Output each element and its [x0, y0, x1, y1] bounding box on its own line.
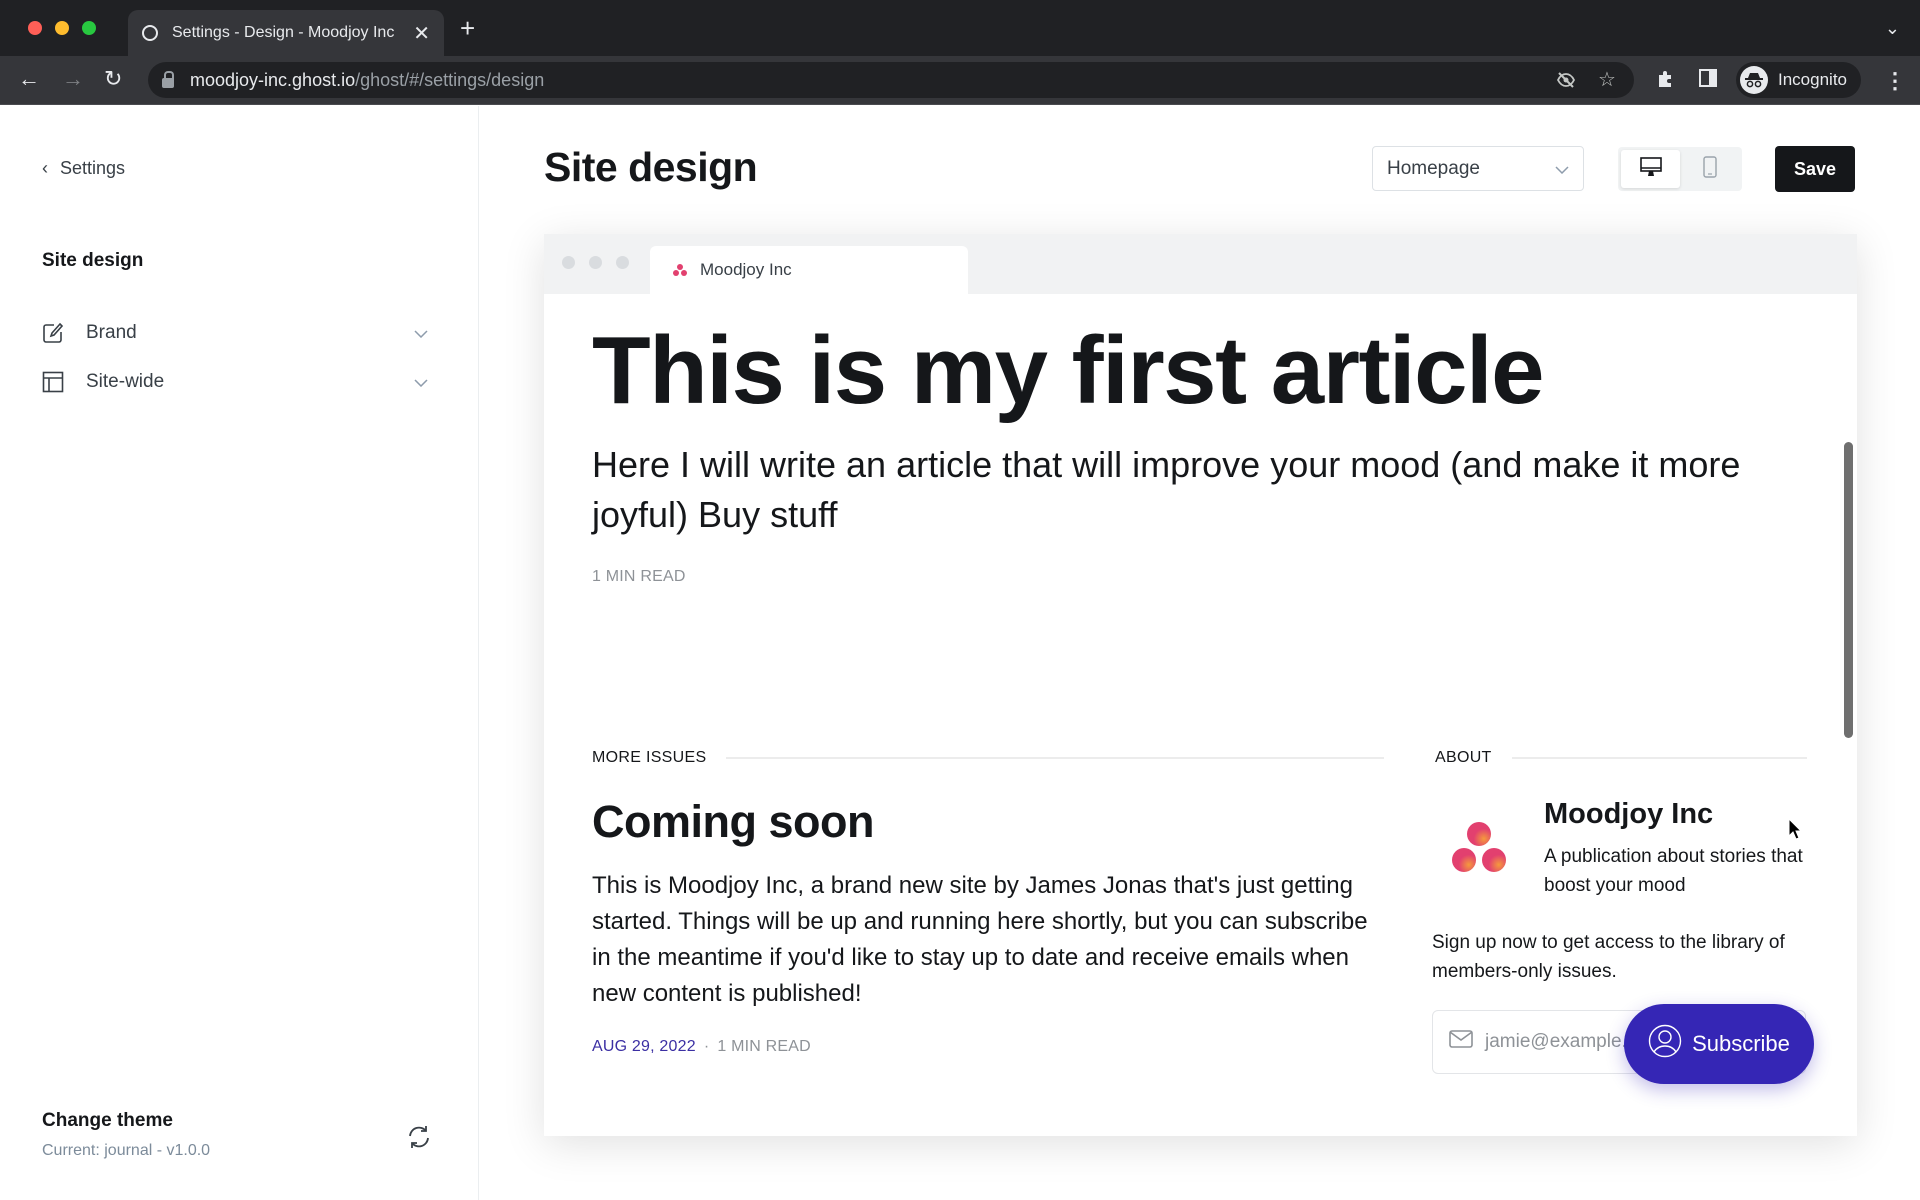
- select-value: Homepage: [1387, 157, 1480, 179]
- user-circle-icon: [1648, 1024, 1682, 1064]
- chevron-down-icon: [414, 374, 428, 390]
- tab-title: Settings - Design - Moodjoy Inc: [172, 24, 395, 41]
- preview-dot: [562, 256, 575, 269]
- sidepanel-icon[interactable]: [1699, 69, 1717, 93]
- subscribe-button[interactable]: Subscribe: [1624, 1004, 1814, 1084]
- sidebar-item-label: Brand: [86, 322, 137, 343]
- url-path: /ghost/#/settings/design: [355, 69, 545, 90]
- url-host: moodjoy-inc.ghost.io: [190, 69, 356, 90]
- current-theme-label: Current: journal - v1.0.0: [42, 1142, 211, 1159]
- close-window-button[interactable]: [28, 21, 42, 35]
- article-read-time: 1 MIN READ: [592, 568, 686, 585]
- sidebar-item-site-wide[interactable]: Site-wide: [42, 362, 428, 402]
- post-title[interactable]: Coming soon: [592, 796, 874, 848]
- browser-tab[interactable]: Settings - Design - Moodjoy Inc ✕: [128, 10, 444, 56]
- mobile-icon: [1702, 155, 1717, 183]
- post-date: AUG 29, 2022: [592, 1038, 696, 1055]
- star-icon[interactable]: ☆: [1598, 67, 1616, 92]
- meta-separator: ·: [703, 1038, 710, 1055]
- desktop-icon: [1639, 156, 1662, 182]
- incognito-label: Incognito: [1778, 70, 1847, 89]
- mail-icon: [1449, 1030, 1473, 1054]
- brand-edit-icon: [42, 322, 64, 344]
- eye-off-icon[interactable]: [1556, 70, 1576, 95]
- post-read-time: 1 MIN READ: [717, 1038, 811, 1055]
- tab-search-chevron-icon[interactable]: ⌄: [1885, 18, 1900, 39]
- about-heading: ABOUT: [1435, 749, 1807, 767]
- browser-tab-bar: Settings - Design - Moodjoy Inc ✕ + ⌄: [0, 0, 1920, 56]
- chevron-down-icon: [414, 325, 428, 341]
- address-bar[interactable]: moodjoy-inc.ghost.io/ghost/#/settings/de…: [148, 62, 1634, 98]
- more-issues-label: MORE ISSUES: [592, 749, 707, 766]
- chevron-left-icon: ‹: [42, 158, 48, 178]
- menu-icon[interactable]: ⋮: [1884, 68, 1906, 94]
- back-to-settings-link[interactable]: ‹ Settings: [42, 158, 125, 179]
- preview-dot: [616, 256, 629, 269]
- design-main: Site design Homepage Save Moodjoy Inc Th…: [479, 106, 1920, 1200]
- ghost-admin: ‹ Settings Site design Brand Site-wide C…: [0, 106, 1920, 1200]
- post-excerpt: This is Moodjoy Inc, a brand new site by…: [592, 872, 1368, 1007]
- signup-cta: Sign up now to get access to the library…: [1432, 932, 1785, 982]
- extensions-icon[interactable]: [1656, 69, 1676, 95]
- back-icon[interactable]: ←: [18, 66, 40, 92]
- desktop-preview-button[interactable]: [1621, 150, 1680, 188]
- article-title[interactable]: This is my first article: [592, 316, 1545, 426]
- post-meta: AUG 29, 2022 · 1 MIN READ: [592, 1038, 811, 1056]
- layout-icon: [42, 371, 64, 393]
- preview-browser-bar: Moodjoy Inc: [544, 234, 1857, 294]
- site-preview: Moodjoy Inc This is my first article Her…: [544, 234, 1857, 1136]
- close-tab-icon[interactable]: ✕: [413, 21, 430, 46]
- back-label: Settings: [60, 158, 126, 178]
- maximize-window-button[interactable]: [82, 21, 96, 35]
- preview-tab-label: Moodjoy Inc: [700, 260, 792, 279]
- preview-dot: [589, 256, 602, 269]
- site-logo-icon: [1442, 816, 1512, 886]
- sidebar-item-brand[interactable]: Brand: [42, 313, 428, 353]
- mouse-cursor-icon: [1788, 817, 1803, 840]
- preview-page-select[interactable]: Homepage: [1372, 146, 1584, 191]
- refresh-icon[interactable]: [406, 1124, 432, 1150]
- change-theme-section[interactable]: Change theme Current: journal - v1.0.0: [42, 1110, 210, 1160]
- divider: [1511, 757, 1807, 759]
- design-sidebar: ‹ Settings Site design Brand Site-wide C…: [0, 106, 479, 1200]
- preview-scrollbar[interactable]: [1844, 442, 1853, 738]
- sidebar-section-title: Site design: [42, 250, 144, 271]
- incognito-profile-button[interactable]: Incognito: [1736, 62, 1861, 98]
- reload-icon[interactable]: ↻: [104, 66, 122, 92]
- article-excerpt: Here I will write an article that will i…: [592, 444, 1741, 535]
- lock-icon: [162, 71, 174, 88]
- preview-page: This is my first article Here I will wri…: [544, 294, 1857, 1136]
- subscribe-label: Subscribe: [1692, 1031, 1790, 1056]
- preview-tab: Moodjoy Inc: [650, 246, 968, 294]
- site-description: A publication about stories that boost y…: [1544, 846, 1803, 896]
- change-theme-title: Change theme: [42, 1110, 173, 1131]
- sidebar-item-label: Site-wide: [86, 371, 165, 392]
- divider: [726, 757, 1384, 759]
- more-issues-heading: MORE ISSUES: [592, 749, 1384, 767]
- minimize-window-button[interactable]: [55, 21, 69, 35]
- save-button[interactable]: Save: [1775, 146, 1855, 192]
- site-logo-small-icon: [672, 263, 688, 277]
- forward-icon[interactable]: →: [62, 66, 84, 92]
- about-label: ABOUT: [1435, 749, 1492, 766]
- page-title: Site design: [544, 144, 758, 190]
- site-name: Moodjoy Inc: [1544, 798, 1714, 830]
- tab-favicon-icon: [142, 25, 158, 41]
- chevron-down-icon: [1555, 161, 1569, 177]
- incognito-icon: [1740, 66, 1768, 94]
- browser-toolbar: ← → ↻ moodjoy-inc.ghost.io/ghost/#/setti…: [0, 56, 1920, 105]
- new-tab-button[interactable]: +: [460, 15, 475, 41]
- mobile-preview-button[interactable]: [1680, 150, 1739, 188]
- device-toggle: [1618, 147, 1742, 191]
